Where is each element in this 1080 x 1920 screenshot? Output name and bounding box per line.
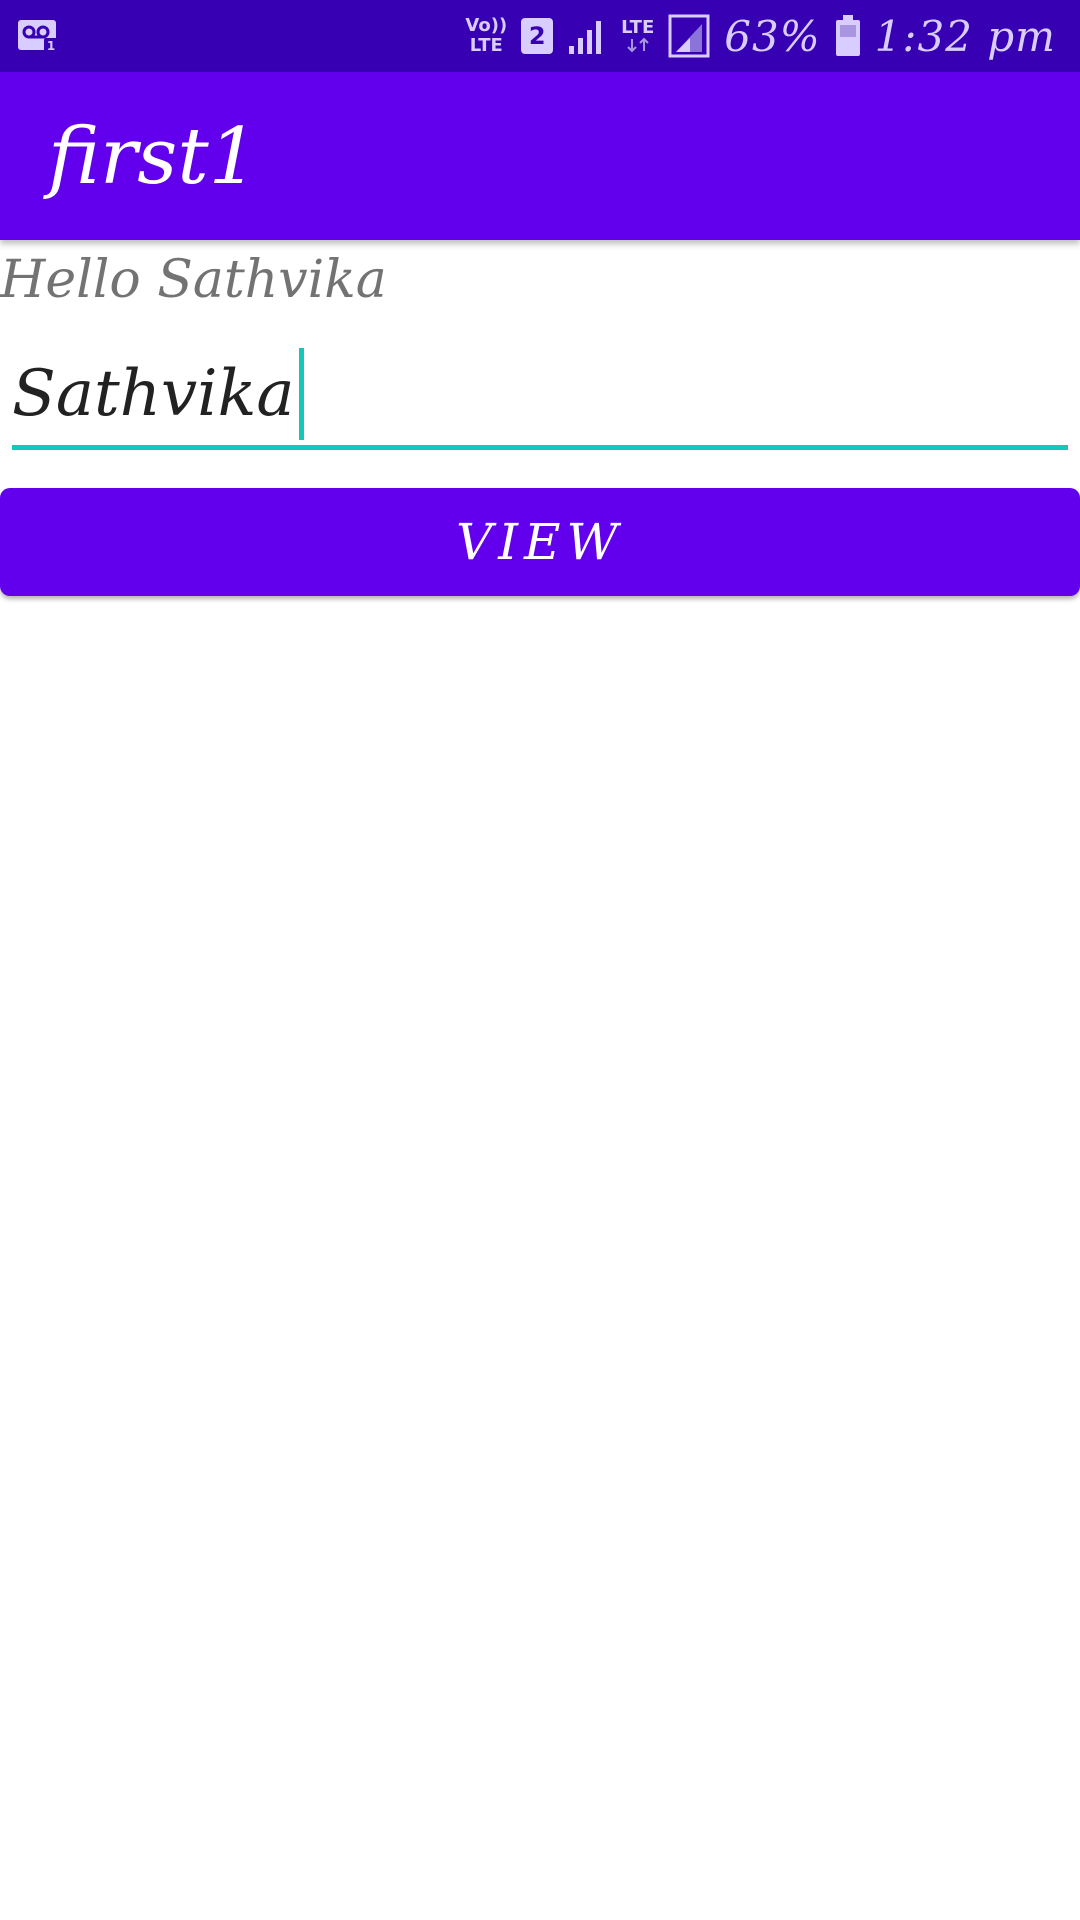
lte-icon: LTE (621, 19, 654, 53)
volte-top-label: Vo)) (465, 15, 508, 36)
input-underline (12, 445, 1068, 450)
volte-icon: Vo)) LTE (465, 16, 507, 56)
app-title: first1 (48, 112, 259, 202)
signal-icon-2 (668, 14, 710, 58)
sim-2-icon: 2 (521, 18, 554, 54)
sim-number: 2 (528, 22, 546, 50)
text-cursor (298, 348, 304, 440)
name-input-value: Sathvika (12, 357, 295, 431)
battery-percent: 63% (724, 11, 821, 61)
voicemail-icon: 1 (18, 20, 58, 53)
clock: 1:32 pm (874, 11, 1056, 61)
name-input-content[interactable]: Sathvika (12, 348, 304, 440)
data-arrows-icon (626, 37, 649, 53)
view-button[interactable]: VIEW (0, 488, 1080, 596)
svg-text:1: 1 (47, 39, 55, 53)
battery-icon (835, 15, 860, 56)
greeting-text: Hello Sathvika (0, 250, 387, 310)
name-input[interactable]: Sathvika (12, 340, 1068, 450)
lte-label: LTE (621, 17, 655, 38)
signal-icon (569, 21, 602, 54)
view-button-label: VIEW (456, 513, 624, 571)
status-bar: 1 Vo)) LTE 2 LTE 63% 1:32 pm (0, 0, 1080, 72)
app-bar: first1 (0, 72, 1080, 240)
volte-bottom-label: LTE (469, 35, 503, 56)
